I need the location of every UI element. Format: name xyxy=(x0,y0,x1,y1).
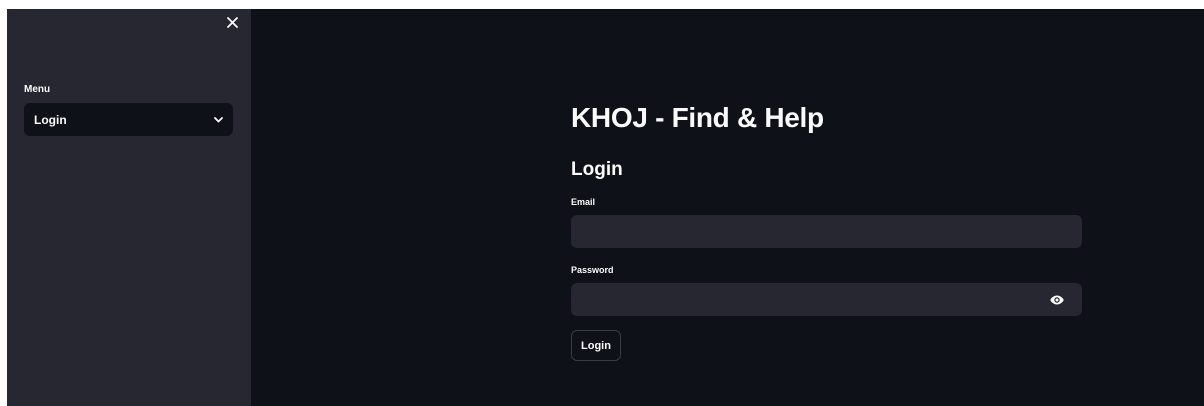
password-label: Password xyxy=(571,265,614,275)
main-content: KHOJ - Find & Help Login Email Password … xyxy=(251,9,1204,406)
password-field-container xyxy=(571,283,1082,316)
menu-label: Menu xyxy=(24,84,51,95)
chevron-down-icon xyxy=(214,116,223,122)
login-button[interactable]: Login xyxy=(571,330,621,361)
sidebar-menu: Menu Login xyxy=(24,83,233,136)
login-form: KHOJ - Find & Help Login Email Password … xyxy=(571,95,1082,361)
show-password-button[interactable] xyxy=(1049,292,1065,308)
eye-icon xyxy=(1050,295,1064,305)
email-label: Email xyxy=(571,197,596,207)
password-field[interactable] xyxy=(571,283,1082,316)
section-title: Login xyxy=(571,159,623,180)
menu-select[interactable]: Login xyxy=(24,103,233,136)
app-window: Menu Login KHOJ - Find & Help Login Emai… xyxy=(7,9,1204,406)
close-icon xyxy=(226,16,238,28)
sidebar: Menu Login xyxy=(7,9,251,406)
page-title: KHOJ - Find & Help xyxy=(571,102,824,133)
menu-select-value: Login xyxy=(34,112,67,127)
email-field-container xyxy=(571,215,1082,248)
email-field[interactable] xyxy=(571,215,1082,248)
close-sidebar-button[interactable] xyxy=(223,13,241,31)
